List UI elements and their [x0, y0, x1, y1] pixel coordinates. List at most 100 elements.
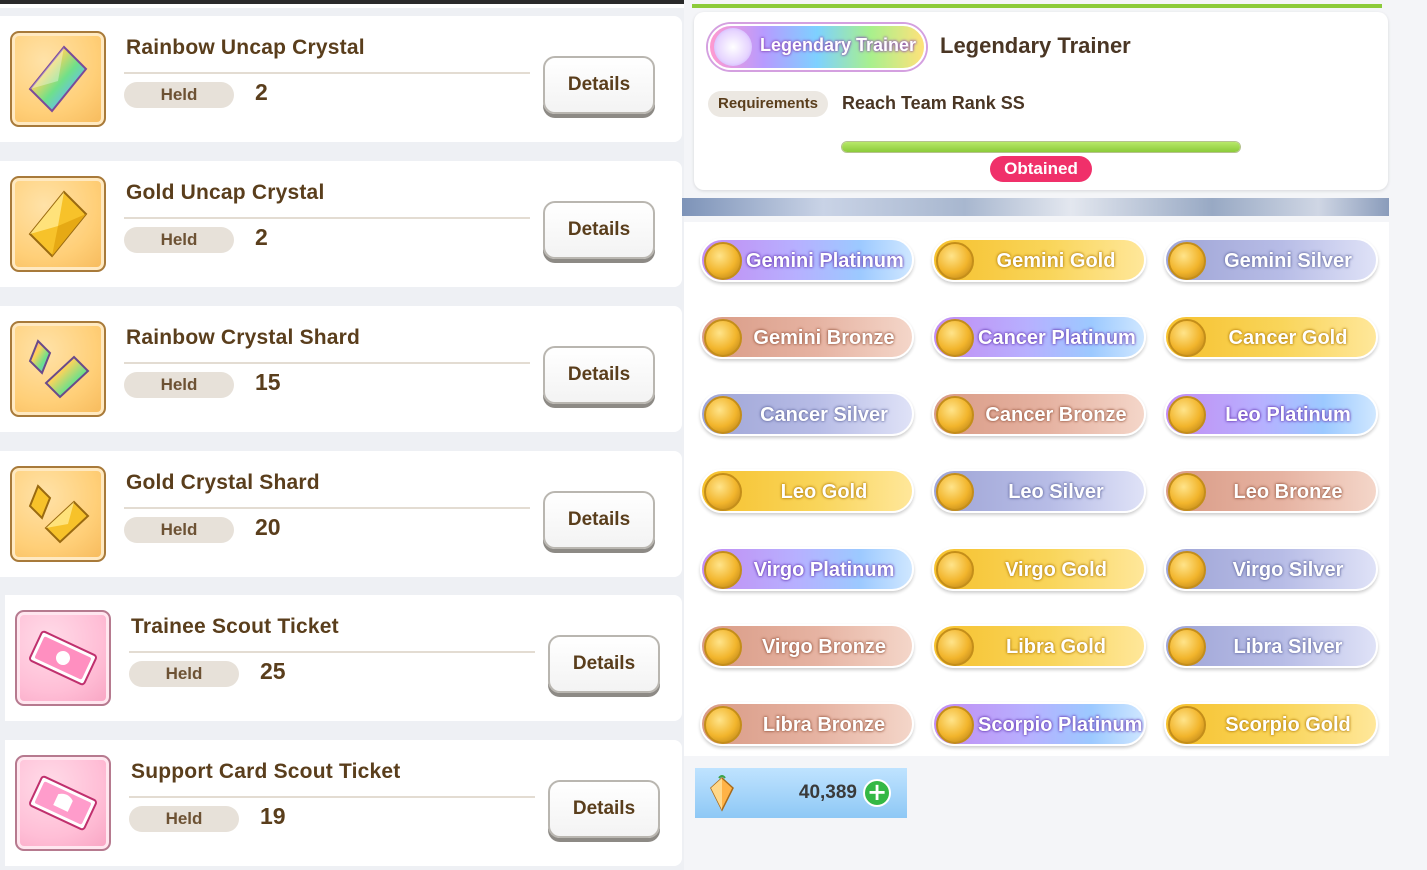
- zodiac-medal-icon: [704, 242, 742, 280]
- zodiac-medal-icon: [704, 396, 742, 434]
- item-name: Trainee Scout Ticket: [131, 615, 339, 638]
- title-chip[interactable]: Libra Bronze: [700, 702, 914, 746]
- title-chip[interactable]: Leo Bronze: [1164, 469, 1378, 513]
- details-button[interactable]: Details: [548, 635, 660, 693]
- zodiac-medal-icon: [936, 628, 974, 666]
- title-chip-label: Scorpio Platinum: [978, 714, 1143, 736]
- details-button[interactable]: Details: [543, 56, 655, 114]
- currency-value: 40,389: [798, 782, 857, 803]
- title-chip-label: Cancer Platinum: [978, 327, 1136, 349]
- zodiac-medal-icon: [936, 551, 974, 589]
- title-chip[interactable]: Leo Silver: [932, 469, 1146, 513]
- held-label: Held: [129, 806, 239, 832]
- crown-icon: [714, 28, 752, 66]
- item-name: Gold Uncap Crystal: [126, 181, 325, 204]
- title-chip-label: Cancer Gold: [1228, 327, 1348, 349]
- item-row-trainee-scout-ticket: Trainee Scout Ticket Held 25 Details: [5, 595, 682, 721]
- held-label: Held: [124, 372, 234, 398]
- item-name: Rainbow Crystal Shard: [126, 326, 361, 349]
- zodiac-medal-icon: [1168, 706, 1206, 744]
- zodiac-medal-icon: [704, 319, 742, 357]
- requirement-text: Reach Team Rank SS: [842, 93, 1025, 113]
- title-chip-label: Leo Silver: [1008, 481, 1104, 503]
- item-list[interactable]: Rainbow Uncap Crystal Held 2 Details Gol…: [0, 8, 684, 870]
- title-chip[interactable]: Cancer Bronze: [932, 392, 1146, 436]
- held-label: Held: [124, 82, 234, 108]
- divider: [124, 362, 530, 364]
- details-button[interactable]: Details: [548, 780, 660, 838]
- title-chip[interactable]: Leo Platinum: [1164, 392, 1378, 436]
- zodiac-medal-icon: [936, 706, 974, 744]
- item-row-gold-crystal-shard: Gold Crystal Shard Held 20 Details: [0, 451, 682, 577]
- title-chip-label: Gemini Bronze: [753, 327, 895, 349]
- title-chip-label: Virgo Silver: [1232, 559, 1344, 581]
- title-chip[interactable]: Gemini Bronze: [700, 315, 914, 359]
- held-count: 2: [255, 79, 268, 105]
- zodiac-medal-icon: [1168, 396, 1206, 434]
- rainbow-crystal-icon: [10, 31, 106, 127]
- progress-bar: [841, 141, 1241, 153]
- obtained-badge: Obtained: [990, 156, 1092, 182]
- item-name: Support Card Scout Ticket: [131, 760, 401, 783]
- title-chip[interactable]: Gemini Gold: [932, 238, 1146, 282]
- item-row-rainbow-crystal-shard: Rainbow Crystal Shard Held 15 Details: [0, 306, 682, 432]
- title-chip[interactable]: Virgo Gold: [932, 547, 1146, 591]
- badge-text: Legendary Trainer: [760, 35, 917, 55]
- rainbow-shard-icon: [10, 321, 106, 417]
- title-chip-label: Leo Bronze: [1233, 481, 1343, 503]
- title-chip[interactable]: Leo Gold: [700, 469, 914, 513]
- divider: [124, 217, 530, 219]
- held-count: 15: [255, 369, 281, 395]
- title-chip[interactable]: Virgo Platinum: [700, 547, 914, 591]
- item-row-support-card-scout-ticket: Support Card Scout Ticket Held 19 Detail…: [5, 740, 682, 866]
- carrot-jewel-icon: [710, 775, 734, 812]
- divider: [129, 796, 535, 798]
- zodiac-medal-icon: [936, 319, 974, 357]
- zodiac-medal-icon: [1168, 628, 1206, 666]
- details-button[interactable]: Details: [543, 346, 655, 404]
- title-chip[interactable]: Virgo Silver: [1164, 547, 1378, 591]
- currency-bar: 40,389 +: [695, 768, 907, 818]
- title-chip[interactable]: Virgo Bronze: [700, 624, 914, 668]
- divider: [129, 651, 535, 653]
- title-chip[interactable]: Scorpio Gold: [1164, 702, 1378, 746]
- title-chip-label: Cancer Silver: [760, 404, 888, 426]
- details-button[interactable]: Details: [543, 201, 655, 259]
- progress-fill: [842, 142, 1240, 152]
- title-chip[interactable]: Cancer Gold: [1164, 315, 1378, 359]
- item-row-rainbow-uncap-crystal: Rainbow Uncap Crystal Held 2 Details: [0, 16, 682, 142]
- divider: [124, 507, 530, 509]
- gold-crystal-icon: [10, 176, 106, 272]
- held-count: 2: [255, 224, 268, 250]
- item-row-gold-uncap-crystal: Gold Uncap Crystal Held 2 Details: [0, 161, 682, 287]
- title-chip-label: Libra Bronze: [762, 714, 886, 736]
- zodiac-medal-icon: [1168, 242, 1206, 280]
- title-chip[interactable]: Libra Silver: [1164, 624, 1378, 668]
- zodiac-medal-icon: [704, 706, 742, 744]
- held-count: 19: [260, 803, 286, 829]
- zodiac-medal-icon: [936, 473, 974, 511]
- title-chip[interactable]: Gemini Silver: [1164, 238, 1378, 282]
- title-chip[interactable]: Scorpio Platinum: [932, 702, 1146, 746]
- title-chip-label: Leo Platinum: [1225, 404, 1351, 426]
- requirements-label: Requirements: [708, 91, 828, 117]
- support-ticket-icon: [15, 755, 111, 851]
- zodiac-medal-icon: [936, 396, 974, 434]
- title-chip-label: Libra Silver: [1233, 636, 1343, 658]
- header-accent-line: [692, 4, 1382, 8]
- title-chip[interactable]: Gemini Platinum: [700, 238, 914, 282]
- titles-grid[interactable]: Gemini Platinum Gemini Gold Gemini Silver G…: [684, 222, 1389, 756]
- held-label: Held: [124, 227, 234, 253]
- title-chip-label: Leo Gold: [780, 481, 868, 503]
- title-chip[interactable]: Cancer Platinum: [932, 315, 1146, 359]
- title-chip-label: Scorpio Gold: [1225, 714, 1351, 736]
- zodiac-medal-icon: [704, 628, 742, 666]
- plus-icon[interactable]: +: [863, 779, 891, 807]
- title-chip-label: Virgo Platinum: [753, 559, 895, 581]
- title-chip[interactable]: Libra Gold: [932, 624, 1146, 668]
- held-label: Held: [124, 517, 234, 543]
- title-chip-label: Virgo Gold: [1005, 559, 1107, 581]
- blurred-strip: [682, 198, 1389, 216]
- details-button[interactable]: Details: [543, 491, 655, 549]
- title-chip[interactable]: Cancer Silver: [700, 392, 914, 436]
